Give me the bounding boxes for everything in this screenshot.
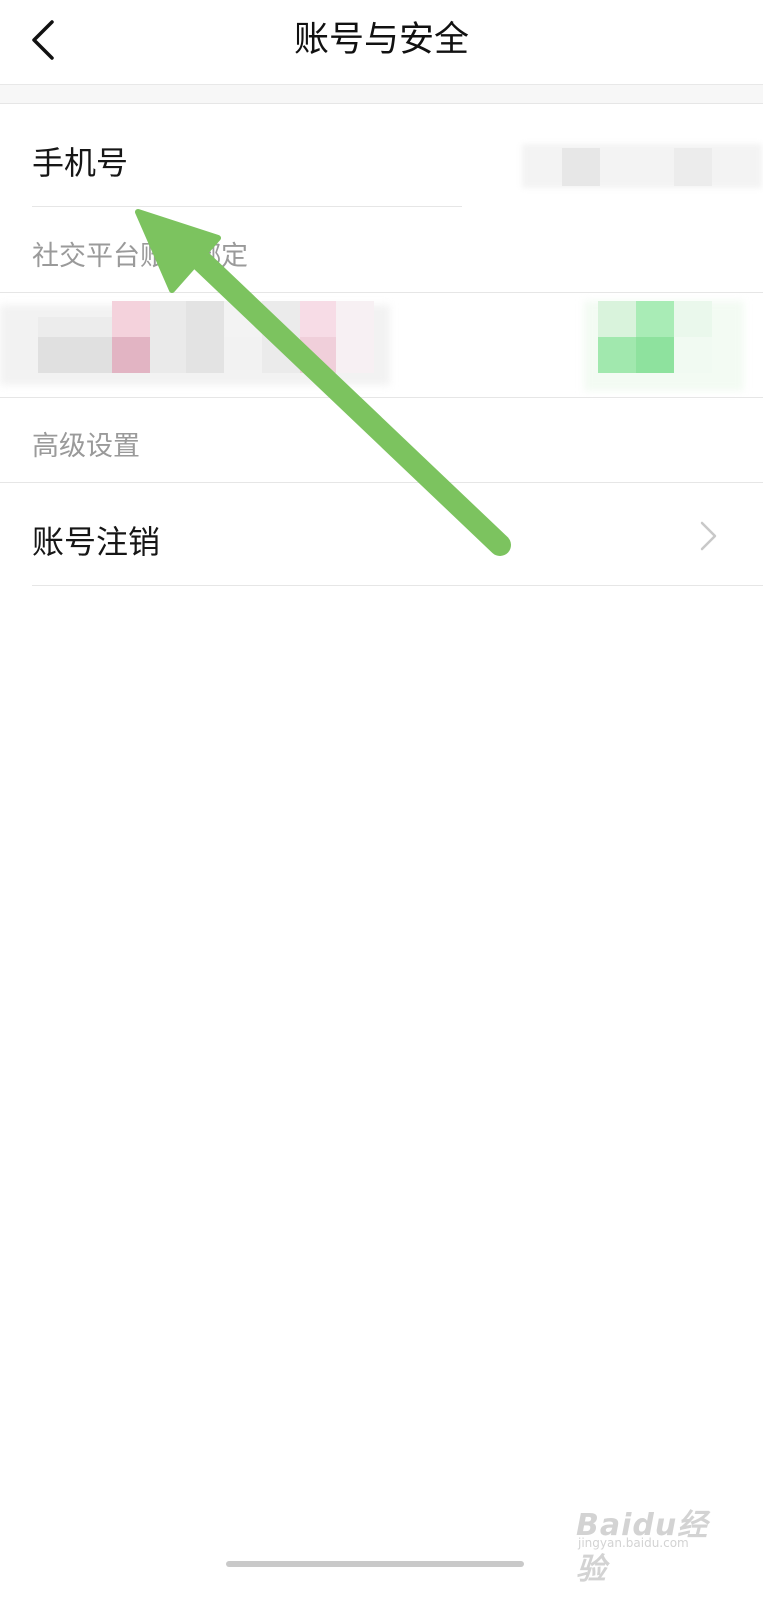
page-title: 账号与安全 [293, 20, 469, 60]
row-divider [32, 585, 763, 586]
watermark-logo: Baidu经验 jingyan.baidu.com [576, 1500, 726, 1587]
row-divider [32, 206, 462, 207]
chevron-right-icon [700, 521, 717, 551]
section-label-social: 社交平台账号绑定 [32, 241, 248, 272]
section-label-advanced: 高级设置 [32, 431, 140, 462]
nav-bar: 账号与安全 [0, 0, 763, 85]
phone-number-value [470, 134, 763, 208]
phone-label: 手机号 [32, 144, 129, 182]
cancel-account-row[interactable]: 账号注销 [0, 483, 763, 585]
home-indicator[interactable] [226, 1561, 524, 1567]
watermark-url: jingyan.baidu.com [578, 1536, 689, 1550]
bound-status-badge [560, 293, 763, 397]
cancel-account-label: 账号注销 [32, 523, 161, 561]
section-gap [0, 85, 763, 104]
phone-row[interactable]: 手机号 [0, 104, 763, 206]
section-divider [0, 397, 763, 398]
social-binding-row[interactable] [0, 293, 763, 397]
